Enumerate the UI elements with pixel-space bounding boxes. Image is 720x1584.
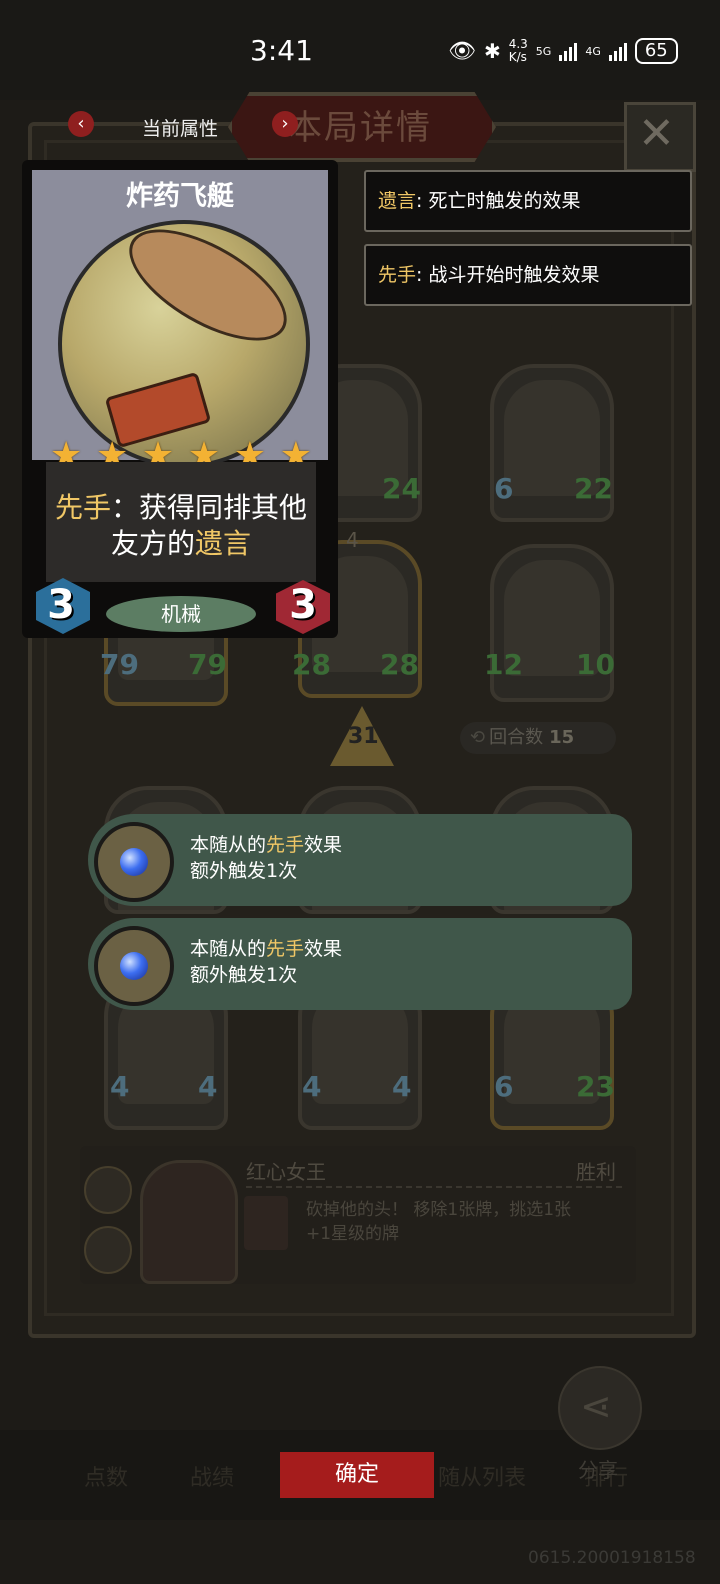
- prev-arrow-button[interactable]: ‹: [68, 111, 94, 137]
- card-ability: 先手：获得同排其他 友方的遗言: [54, 491, 308, 560]
- keyword-first-strike: 先手: [54, 491, 111, 524]
- confirm-button[interactable]: 确定: [280, 1452, 434, 1498]
- minion-attack: 79: [100, 648, 139, 681]
- card-tribe: 机械: [106, 596, 256, 632]
- hero-divider: [246, 1186, 622, 1188]
- status-time: 3:41: [250, 34, 313, 67]
- net-speed: 4.3 K/s: [508, 37, 528, 64]
- enchantment-banner: 本随从的先手效果 额外触发1次: [88, 918, 632, 1010]
- close-icon[interactable]: ✕: [638, 108, 675, 159]
- card-name: 炸药飞艇: [126, 181, 234, 212]
- rounds-counter: ⟲ 回合数 15: [460, 722, 616, 754]
- tab-record[interactable]: 战绩: [190, 1460, 234, 1492]
- signal-icon-2: [608, 41, 627, 61]
- hero-trinket-icon[interactable]: [84, 1226, 132, 1274]
- keyword-tooltip-deathrattle: 遗言: 死亡时触发的效果: [364, 170, 692, 232]
- signal-icon: [559, 41, 578, 61]
- card-attack: 3: [47, 582, 75, 628]
- minion-health: 22: [574, 472, 613, 505]
- page-title: 本局详情: [288, 108, 432, 148]
- minion-attack: 12: [484, 648, 523, 681]
- keyword-tooltip-first-strike: 先手: 战斗开始时触发效果: [364, 244, 692, 306]
- tab-minion-list[interactable]: 随从列表: [438, 1460, 526, 1492]
- tab-points[interactable]: 点数: [84, 1460, 128, 1492]
- enchant-crest-icon: [94, 822, 174, 902]
- enchantment-text: 本随从的先手效果 额外触发1次: [190, 834, 343, 882]
- minion-health: 24: [382, 472, 421, 505]
- card-health: 3: [289, 582, 317, 628]
- minion-health: 79: [188, 648, 227, 681]
- minion-attack: 28: [292, 648, 331, 681]
- keyword-deathrattle: 遗言: [195, 527, 252, 560]
- repeat-icon: ⟲: [470, 727, 486, 748]
- status-icons: 👁 ✱ 4.3 K/s 5G 4G 65: [448, 38, 678, 64]
- enchantment-banner: 本随从的先手效果 额外触发1次: [88, 814, 632, 906]
- current-attributes-label: 当前属性: [142, 118, 219, 140]
- minion-health: 10: [576, 648, 615, 681]
- minion-attack: 6: [494, 1070, 514, 1103]
- hero-name: 红心女王: [246, 1160, 326, 1184]
- eye-icon: 👁: [448, 38, 476, 64]
- share-label: 分享: [578, 1458, 618, 1482]
- rounds-label: 回合数: [489, 727, 544, 748]
- blue-orb-icon: [120, 952, 148, 980]
- share-icon[interactable]: ⋖: [580, 1384, 612, 1428]
- minion-health: 4: [198, 1070, 218, 1103]
- net-4g: 4G: [585, 44, 601, 58]
- enchantment-text: 本随从的先手效果 额外触发1次: [190, 938, 343, 986]
- minion-tier: 4: [346, 528, 359, 552]
- minion-attack: 6: [494, 472, 514, 505]
- net-5g: 5G: [535, 44, 552, 58]
- battery-icon: 65: [634, 38, 678, 64]
- minion-health: 4: [392, 1070, 412, 1103]
- hero-power-card-icon: [244, 1196, 288, 1250]
- hero-portrait[interactable]: [140, 1160, 238, 1284]
- match-result: 胜利: [576, 1160, 616, 1184]
- rounds-value: 15: [549, 727, 575, 748]
- tavern-level: 31: [348, 724, 379, 749]
- next-arrow-button[interactable]: ›: [272, 111, 298, 137]
- bluetooth-icon: ✱: [483, 39, 501, 63]
- hero-power-desc: 砍掉他的头！ 移除1张牌，挑选1张 +1星级的牌: [306, 1200, 572, 1244]
- minion-health: 28: [380, 648, 419, 681]
- build-id: 0615.20001918158: [528, 1548, 696, 1568]
- minion-attack: 4: [110, 1070, 130, 1103]
- blue-orb-icon: [120, 848, 148, 876]
- minion-attack: 4: [302, 1070, 322, 1103]
- minion-health: 23: [576, 1070, 615, 1103]
- enchant-crest-icon: [94, 926, 174, 1006]
- hero-power-icon[interactable]: [84, 1166, 132, 1214]
